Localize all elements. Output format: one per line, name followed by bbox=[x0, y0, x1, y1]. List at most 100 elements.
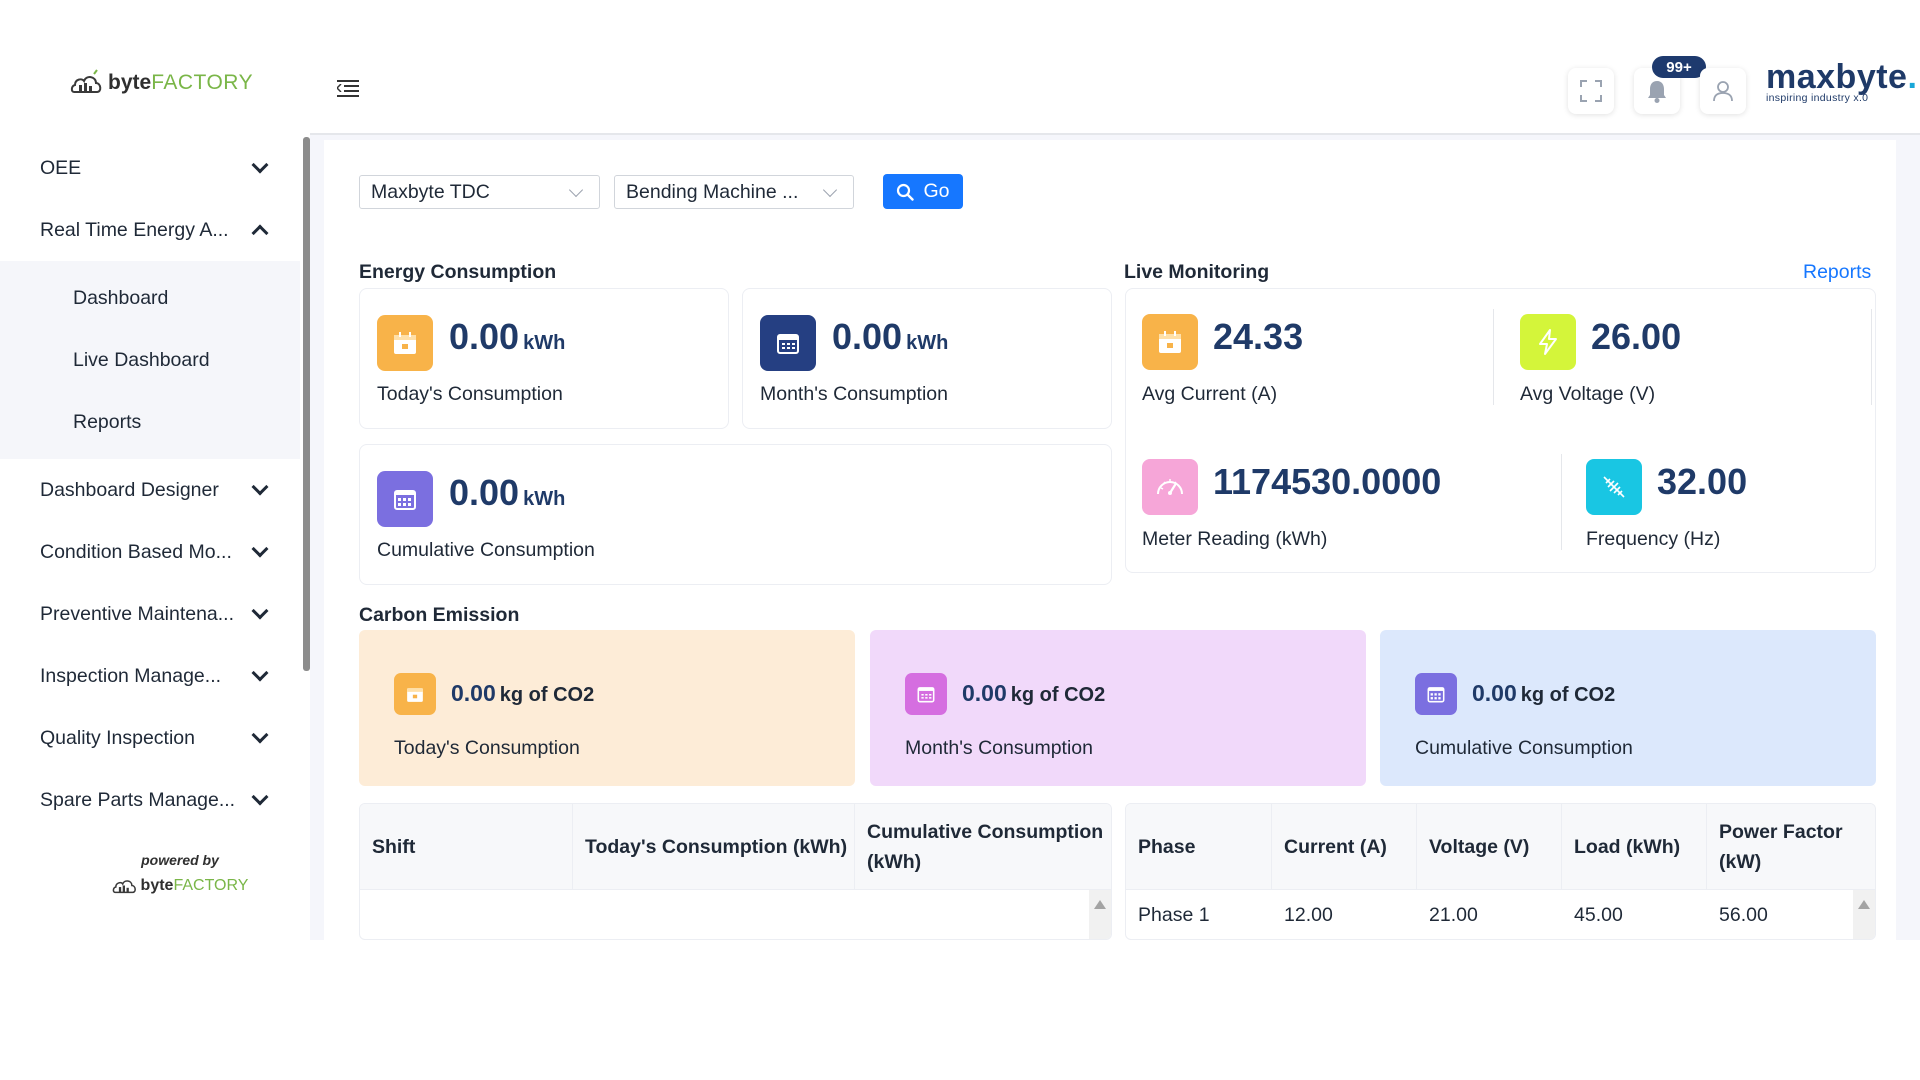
user-icon bbox=[1713, 81, 1733, 102]
chevron-down-icon bbox=[568, 182, 584, 198]
top-header: 99+ maxbyte. inspiring industry x.0 bbox=[310, 0, 1920, 135]
table-cell: 12.00 bbox=[1284, 904, 1333, 926]
lightning-bolt-icon bbox=[1520, 314, 1576, 370]
calendar-icon bbox=[394, 673, 436, 715]
sidebar-item-spare-parts[interactable]: Spare Parts Manage... bbox=[0, 769, 300, 831]
bell-icon bbox=[1648, 81, 1666, 103]
chevron-up-icon bbox=[251, 224, 269, 242]
chevron-down-icon bbox=[251, 540, 269, 558]
sidebar-scrollbar[interactable] bbox=[303, 137, 310, 671]
carbon-today-label: Today's Consumption bbox=[394, 737, 580, 759]
today-consumption-unit: kWh bbox=[523, 332, 566, 354]
fullscreen-button[interactable] bbox=[1568, 68, 1614, 114]
sidebar-nav: OEE Real Time Energy A... Dashboard Live… bbox=[0, 137, 300, 831]
table-header: Shift Today's Consumption (kWh) Cumulati… bbox=[360, 804, 1111, 890]
carbon-cumulative-card: 0.00 kg of CO2 Cumulative Consumption bbox=[1380, 630, 1876, 786]
month-consumption-value: 0.00 bbox=[832, 316, 903, 357]
chevron-down-icon bbox=[251, 726, 269, 744]
frequency-value: 32.00 bbox=[1657, 461, 1748, 502]
today-consumption-label: Today's Consumption bbox=[377, 383, 563, 405]
carbon-today-card: 0.00 kg of CO2 Today's Consumption bbox=[359, 630, 855, 786]
user-profile-button[interactable] bbox=[1700, 68, 1746, 114]
sidebar-subitem-reports[interactable]: Reports bbox=[0, 391, 300, 453]
machine-select-value: Bending Machine ... bbox=[626, 180, 799, 203]
avg-voltage-value: 26.00 bbox=[1591, 316, 1682, 357]
calendar-grid-icon bbox=[905, 673, 947, 715]
carbon-cumulative-value: 0.00 bbox=[1472, 680, 1517, 706]
sidebar-item-condition-based[interactable]: Condition Based Mo... bbox=[0, 521, 300, 583]
main-content: Maxbyte TDC Bending Machine ... Go Energ… bbox=[324, 140, 1896, 940]
sidebar-item-oee[interactable]: OEE bbox=[0, 137, 300, 199]
sidebar-submenu: Dashboard Live Dashboard Reports bbox=[0, 261, 300, 459]
chevron-down-icon bbox=[251, 156, 269, 174]
column-header: Load (kWh) bbox=[1562, 804, 1707, 890]
calendar-icon bbox=[1142, 314, 1198, 370]
column-header: Phase bbox=[1126, 804, 1272, 890]
reports-link[interactable]: Reports bbox=[1803, 261, 1871, 284]
month-consumption-label: Month's Consumption bbox=[760, 383, 948, 405]
table-scrollbar[interactable] bbox=[1853, 890, 1875, 939]
scroll-up-arrow-icon[interactable] bbox=[1858, 900, 1870, 909]
go-button-label: Go bbox=[923, 180, 950, 202]
calendar-icon bbox=[377, 315, 433, 371]
column-header: Today's Consumption (kWh) bbox=[573, 804, 855, 890]
month-consumption-unit: kWh bbox=[906, 332, 949, 354]
sidebar-item-dashboard-designer[interactable]: Dashboard Designer bbox=[0, 459, 300, 521]
phase-table: Phase Current (A) Voltage (V) Load (kWh)… bbox=[1125, 803, 1876, 940]
plant-select[interactable]: Maxbyte TDC bbox=[359, 175, 600, 209]
scroll-up-arrow-icon[interactable] bbox=[1094, 900, 1106, 909]
table-cell: Phase 1 bbox=[1138, 904, 1210, 926]
maxbyte-brand-logo: maxbyte. inspiring industry x.0 bbox=[1766, 60, 1917, 104]
sidebar-item-label: OEE bbox=[40, 156, 82, 179]
sidebar-item-real-time-energy[interactable]: Real Time Energy A... bbox=[0, 199, 300, 261]
machine-select[interactable]: Bending Machine ... bbox=[614, 175, 854, 209]
avg-current-value: 24.33 bbox=[1213, 316, 1304, 357]
column-header: Shift bbox=[360, 804, 573, 890]
table-scrollbar[interactable] bbox=[1089, 890, 1111, 939]
sidebar-subitem-live-dashboard[interactable]: Live Dashboard bbox=[0, 329, 300, 391]
shift-consumption-table: Shift Today's Consumption (kWh) Cumulati… bbox=[359, 803, 1112, 940]
sidebar-subitem-dashboard[interactable]: Dashboard bbox=[0, 267, 300, 329]
calendar-grid-icon bbox=[377, 471, 433, 527]
sidebar-item-inspection-management[interactable]: Inspection Manage... bbox=[0, 645, 300, 707]
energy-consumption-title: Energy Consumption bbox=[359, 261, 557, 283]
cumulative-consumption-label: Cumulative Consumption bbox=[377, 539, 595, 561]
sidebar-item-quality-inspection[interactable]: Quality Inspection bbox=[0, 707, 300, 769]
column-header: Cumulative Consumption (kWh) bbox=[867, 821, 1104, 873]
carbon-cumulative-label: Cumulative Consumption bbox=[1415, 737, 1633, 759]
table-cell: 45.00 bbox=[1574, 904, 1623, 926]
logo-text-bold: byte bbox=[140, 876, 174, 894]
avg-voltage-label: Avg Voltage (V) bbox=[1520, 383, 1656, 405]
column-header: Power Factor (kW) bbox=[1719, 821, 1843, 873]
chevron-down-icon bbox=[251, 602, 269, 620]
meter-reading-value: 1174530.0000 bbox=[1213, 461, 1442, 502]
carbon-month-unit: kg of CO2 bbox=[1010, 684, 1106, 706]
brand-dot: . bbox=[1907, 58, 1918, 96]
divider bbox=[1493, 309, 1494, 405]
calendar-grid-icon bbox=[760, 315, 816, 371]
chevron-down-icon bbox=[822, 182, 838, 198]
factory-cloud-icon bbox=[70, 69, 102, 93]
cumulative-consumption-card: 0.00 kWh Cumulative Consumption bbox=[359, 444, 1112, 585]
sidebar: byteFACTORY OEE Real Time Energy A... Da… bbox=[0, 0, 310, 940]
column-header: Voltage (V) bbox=[1417, 804, 1562, 890]
go-button[interactable]: Go bbox=[883, 174, 963, 209]
sidebar-item-label: Preventive Maintena... bbox=[40, 602, 235, 625]
sidebar-item-preventive-maintenance[interactable]: Preventive Maintena... bbox=[0, 583, 300, 645]
carbon-month-label: Month's Consumption bbox=[905, 737, 1093, 759]
byte-factory-logo[interactable]: byteFACTORY bbox=[70, 68, 253, 98]
divider bbox=[1871, 309, 1872, 405]
logo-text-light: FACTORY bbox=[173, 876, 249, 894]
sidebar-item-label: Real Time Energy A... bbox=[40, 218, 229, 241]
cumulative-consumption-value: 0.00 bbox=[449, 472, 520, 513]
app-root: byteFACTORY OEE Real Time Energy A... Da… bbox=[0, 0, 1920, 940]
carbon-today-unit: kg of CO2 bbox=[499, 684, 595, 706]
menu-toggle-icon[interactable] bbox=[337, 80, 359, 98]
carbon-emission-title: Carbon Emission bbox=[359, 604, 520, 626]
sidebar-item-label: Condition Based Mo... bbox=[40, 540, 232, 563]
search-icon bbox=[897, 183, 915, 201]
logo-text-bold: byte bbox=[108, 71, 152, 94]
table-header: Phase Current (A) Voltage (V) Load (kWh)… bbox=[1126, 804, 1875, 890]
powered-by: powered by byteFACTORY bbox=[90, 852, 270, 897]
chevron-down-icon bbox=[251, 788, 269, 806]
